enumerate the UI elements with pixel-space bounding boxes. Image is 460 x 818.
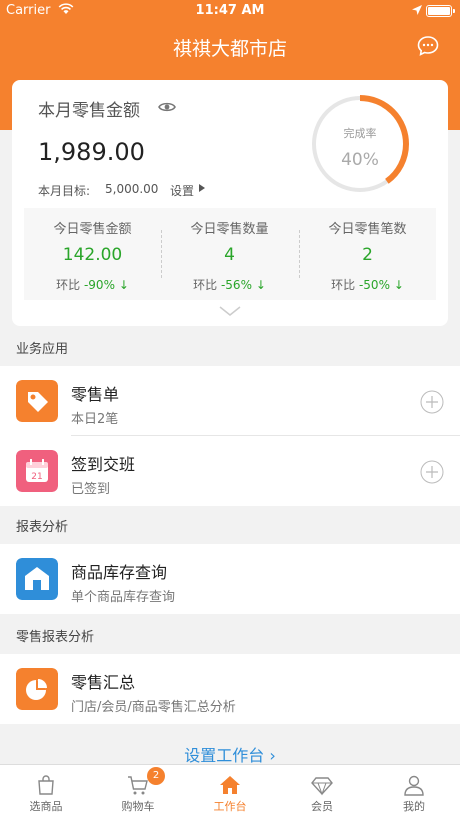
section-header-business: 业务应用 (16, 342, 69, 357)
cart-count-badge: 2 (147, 767, 165, 785)
tab-bar: 选商品 2 购物车 工作台 会员 我的 (0, 764, 460, 818)
change-percent: -50% (358, 278, 390, 292)
page-title: 祺祺大都市店 (172, 38, 287, 60)
list-item-retail-order[interactable]: 零售单 本日2笔 (0, 366, 460, 436)
chevron-right-icon: › (269, 746, 276, 765)
list-item-subtitle: 门店/会员/商品零售汇总分析 (71, 700, 236, 715)
change-percent: -56% (220, 278, 252, 292)
chevron-down-icon[interactable] (218, 304, 242, 318)
setup-workbench-label: 设置工作台 (184, 746, 265, 765)
completion-ring (311, 95, 409, 193)
change-label: 环比 (56, 278, 81, 292)
warehouse-icon (16, 558, 58, 600)
arrow-down-icon: ↓ (118, 278, 129, 292)
change-label: 环比 (331, 278, 356, 292)
diamond-icon (311, 777, 333, 796)
add-circle-icon[interactable] (420, 460, 444, 484)
list-item-subtitle: 单个商品库存查询 (71, 590, 176, 605)
section-header-reports: 报表分析 (16, 520, 69, 535)
completion-value: 40% (341, 150, 379, 170)
message-icon[interactable] (416, 34, 440, 58)
list-item-title: 零售单 (71, 385, 120, 404)
calendar-day: 21 (31, 472, 42, 482)
arrow-down-icon: ↓ (255, 278, 266, 292)
stat-label: 今日零售笔数 (328, 222, 407, 237)
shopping-bag-icon (38, 775, 54, 795)
add-circle-icon[interactable] (420, 390, 444, 414)
list-item-checkin-shift[interactable]: 21 签到交班 已签到 (0, 436, 460, 506)
stat-label: 今日零售金额 (53, 222, 132, 237)
pie-chart-icon (16, 668, 58, 710)
tab-select-products[interactable]: 选商品 (0, 765, 92, 818)
target-setting-link[interactable]: 设置 (170, 182, 194, 199)
calendar-icon: 21 (16, 450, 58, 492)
person-icon (404, 775, 424, 796)
monthly-target-value: 5,000.00 (105, 182, 159, 196)
stat-value: 142.00 (62, 245, 123, 265)
stat-value: 4 (224, 245, 235, 265)
home-icon (220, 776, 240, 794)
caret-right-icon (199, 184, 205, 192)
monthly-sales-amount: 1,989.00 (38, 138, 145, 166)
tab-cart[interactable]: 2 购物车 (92, 765, 184, 818)
location-arrow-icon (412, 5, 422, 15)
tab-label: 选商品 (29, 800, 63, 813)
stat-label: 今日零售数量 (190, 222, 269, 237)
section-header-retail-reports: 零售报表分析 (16, 630, 95, 645)
change-percent: -90% (83, 278, 115, 292)
list-item-title: 签到交班 (71, 455, 136, 474)
tab-label: 我的 (403, 800, 425, 813)
tab-label: 工作台 (213, 800, 247, 813)
tab-workbench[interactable]: 工作台 (184, 765, 276, 818)
stat-today-amount: 今日零售金额 142.00 环比 -90% ↓ (24, 208, 161, 300)
status-bar: Carrier 11:47 AM (0, 0, 460, 22)
monthly-sales-label: 本月零售金额 (38, 101, 140, 121)
stat-value: 2 (362, 245, 373, 265)
status-time: 11:47 AM (195, 3, 265, 18)
completion-label: 完成率 (343, 127, 377, 140)
list-item-title: 零售汇总 (71, 673, 136, 692)
eye-icon[interactable] (158, 100, 176, 114)
stat-change: 环比 -50% ↓ (299, 276, 436, 293)
stat-today-orders: 今日零售笔数 2 环比 -50% ↓ (299, 208, 436, 300)
monthly-target-label: 本月目标: (38, 184, 91, 198)
sales-summary-card: 本月零售金额 1,989.00 本月目标: 5,000.00 设置 完成率 40… (12, 80, 448, 326)
stat-change: 环比 -90% ↓ (24, 276, 161, 293)
stat-today-quantity: 今日零售数量 4 环比 -56% ↓ (161, 208, 298, 300)
tab-members[interactable]: 会员 (276, 765, 368, 818)
setup-workbench-link[interactable]: 设置工作台 › (0, 742, 460, 766)
tab-label: 购物车 (121, 800, 155, 813)
list-item-title: 商品库存查询 (71, 563, 168, 582)
list-item-retail-summary[interactable]: 零售汇总 门店/会员/商品零售汇总分析 (0, 654, 460, 724)
list-item-subtitle: 已签到 (71, 482, 111, 497)
today-stats: 今日零售金额 142.00 环比 -90% ↓ 今日零售数量 4 环比 -56%… (24, 208, 436, 300)
list-item-stock-query[interactable]: 商品库存查询 单个商品库存查询 (0, 544, 460, 614)
battery-icon (426, 5, 455, 17)
arrow-down-icon: ↓ (393, 278, 404, 292)
stat-change: 环比 -56% ↓ (161, 276, 298, 293)
tab-mine[interactable]: 我的 (368, 765, 460, 818)
tab-label: 会员 (311, 800, 333, 813)
tag-icon (16, 380, 58, 422)
list-item-subtitle: 本日2笔 (71, 412, 119, 427)
change-label: 环比 (193, 278, 218, 292)
